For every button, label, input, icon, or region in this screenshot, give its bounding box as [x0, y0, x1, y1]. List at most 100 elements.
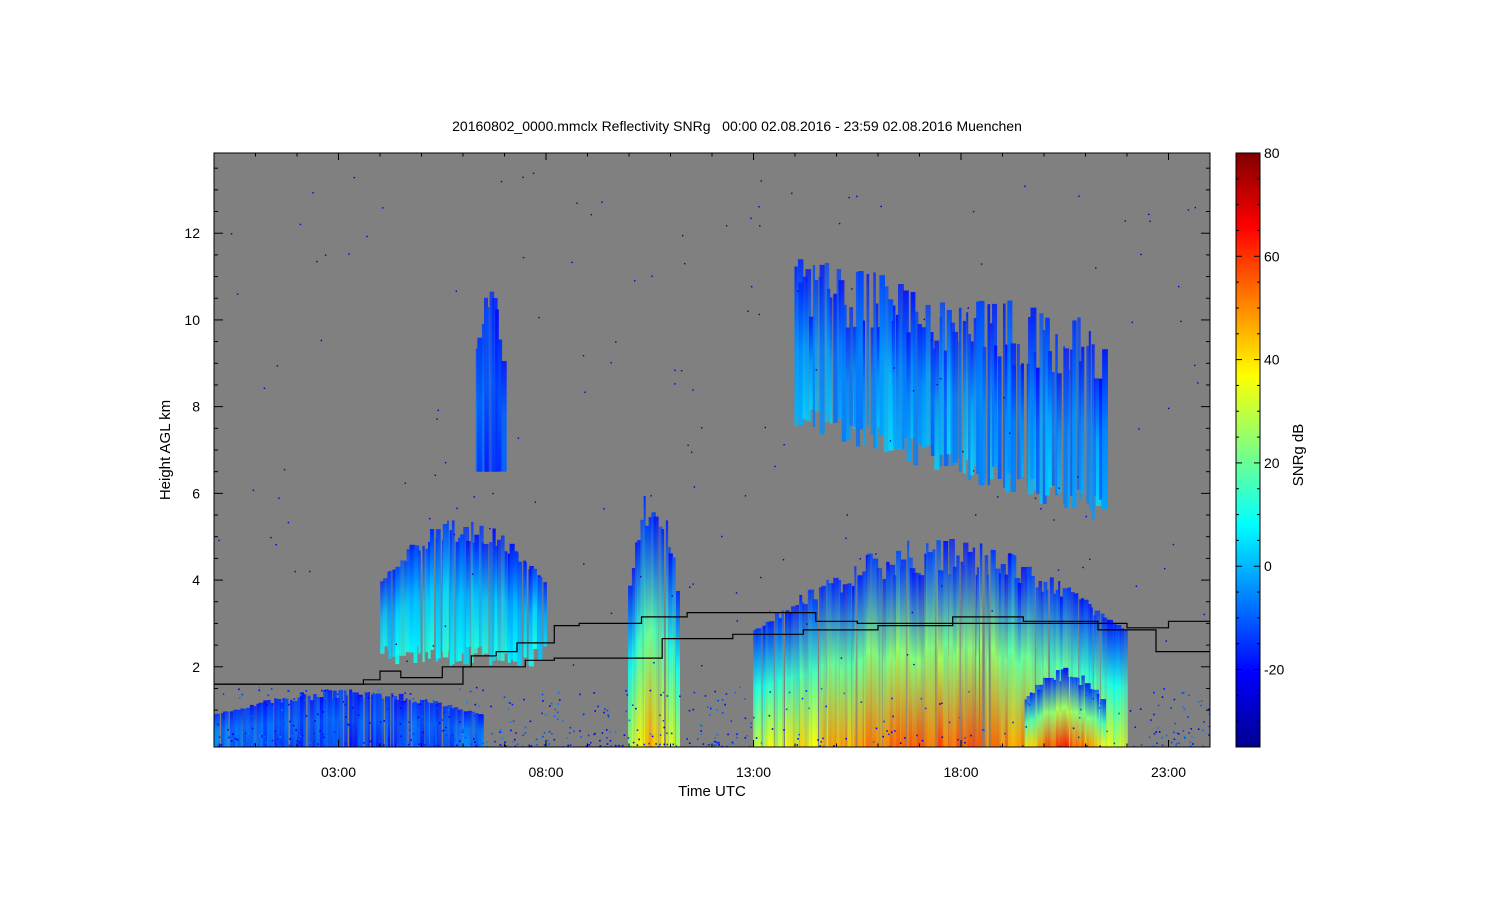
speckle-dot: [594, 710, 596, 712]
echo-streak: [303, 694, 307, 747]
speckle-dot: [684, 263, 686, 265]
speckle-dot: [930, 339, 933, 341]
speckle-dot: [894, 730, 896, 732]
speckle-dot: [576, 202, 578, 204]
speckle-dot: [662, 691, 665, 694]
speckle-dot: [716, 709, 718, 711]
speckle-dot: [478, 705, 481, 708]
speckle-dot: [474, 738, 477, 740]
speckle-dot: [936, 383, 938, 386]
speckle-dot: [230, 740, 233, 742]
echo-streak: [893, 305, 896, 448]
speckle-dot: [618, 744, 620, 747]
x-tick-label: 18:00: [943, 764, 978, 780]
speckle-dot: [891, 697, 893, 700]
speckle-dot: [651, 275, 653, 277]
speckle-dot: [437, 744, 440, 747]
speckle-dot: [460, 731, 462, 733]
speckle-dot: [408, 732, 411, 735]
speckle-dot: [622, 744, 624, 747]
speckle-dot: [649, 689, 652, 692]
speckle-dot: [1157, 704, 1160, 707]
echo-streak: [497, 539, 501, 661]
echo-streak: [319, 697, 324, 747]
speckle-dot: [499, 729, 502, 732]
echo-streak: [425, 702, 430, 747]
speckle-dot: [593, 692, 595, 694]
speckle-dot: [672, 743, 674, 746]
speckle-dot: [601, 201, 603, 203]
echo-streak: [1033, 351, 1037, 490]
speckle-dot: [1148, 736, 1151, 738]
speckle-dot: [344, 703, 347, 706]
echo-streak: [447, 520, 449, 652]
echo-streak: [307, 695, 311, 747]
speckle-dot: [372, 692, 375, 695]
speckle-dot: [845, 537, 847, 539]
speckle-dot: [288, 703, 290, 706]
speckle-dot: [688, 709, 691, 712]
echo-streak: [504, 551, 508, 654]
echo-streak: [814, 280, 819, 412]
speckle-dot: [507, 708, 510, 710]
speckle-dot: [883, 720, 885, 723]
speckle-dot: [707, 706, 709, 708]
speckle-dot: [610, 362, 612, 364]
speckle-dot: [404, 700, 406, 703]
speckle-dot: [455, 744, 458, 747]
speckle-dot: [709, 714, 711, 716]
speckle-dot: [542, 700, 544, 702]
speckle-dot: [344, 742, 347, 745]
speckle-dot: [263, 735, 265, 738]
speckle-dot: [294, 570, 296, 573]
speckle-dot: [511, 703, 514, 706]
echo-streak: [757, 628, 762, 747]
speckle-dot: [970, 734, 972, 737]
speckle-dot: [1156, 742, 1158, 745]
speckle-dot: [400, 707, 402, 709]
echo-streak: [862, 320, 865, 446]
echo-streak: [781, 610, 784, 747]
speckle-dot: [263, 387, 266, 389]
speckle-dot: [408, 729, 411, 731]
speckle-dot: [363, 742, 365, 744]
speckle-dot: [501, 737, 504, 740]
speckle-dot: [791, 192, 793, 194]
echo-streak: [1047, 351, 1052, 488]
speckle-dot: [659, 734, 662, 736]
speckle-dot: [682, 234, 684, 237]
speckle-dot: [941, 702, 943, 705]
speckle-dot: [662, 720, 665, 722]
speckle-dot: [395, 743, 398, 745]
speckle-dot: [1149, 220, 1151, 222]
speckle-dot: [635, 707, 637, 710]
speckle-dot: [409, 693, 412, 695]
echo-streak: [952, 331, 958, 463]
speckle-dot: [404, 739, 406, 742]
speckle-dot: [369, 722, 371, 724]
speckle-dot: [454, 743, 457, 745]
speckle-dot: [655, 743, 657, 745]
speckle-dot: [1192, 743, 1194, 745]
speckle-dot: [1053, 519, 1055, 521]
echo-streak: [785, 610, 790, 747]
speckle-dot: [889, 440, 892, 442]
speckle-dot: [557, 718, 559, 720]
speckle-dot: [1089, 558, 1091, 560]
speckle-dot: [638, 738, 640, 741]
speckle-dot: [1150, 719, 1152, 721]
speckle-dot: [1168, 407, 1170, 410]
speckle-dot: [980, 263, 983, 265]
speckle-dot: [234, 737, 237, 740]
speckle-dot: [797, 738, 799, 740]
speckle-dot: [544, 714, 547, 716]
echo-streak: [1081, 675, 1085, 747]
speckle-dot: [692, 583, 694, 585]
speckle-dot: [322, 733, 324, 736]
speckle-dot: [241, 693, 244, 696]
x-axis-label: Time UTC: [678, 783, 746, 800]
speckle-dot: [782, 559, 785, 561]
speckle-dot: [293, 698, 296, 700]
speckle-dot: [1095, 267, 1097, 269]
speckle-dot: [625, 690, 627, 692]
